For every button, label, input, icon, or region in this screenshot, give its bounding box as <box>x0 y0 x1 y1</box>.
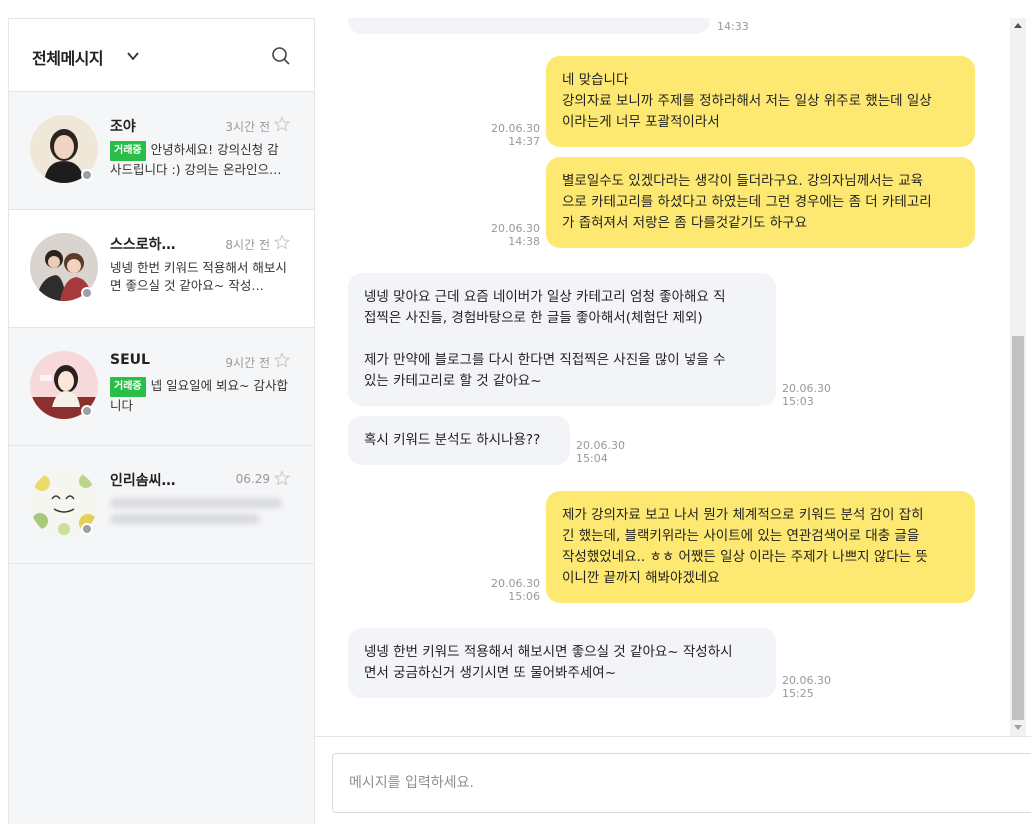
message-timestamp: 20.06.30 15:25 <box>782 674 831 700</box>
message-timestamp: 20.06.30 15:03 <box>782 382 831 408</box>
scrollbar-thumb[interactable] <box>1012 336 1024 720</box>
message-line: 강의자료 보니까 주제를 정하라해서 저는 일상 위주로 했는데 일상 <box>562 93 932 109</box>
status-badge: 거래중 <box>110 377 146 397</box>
message-date: 20.06.30 <box>782 382 831 395</box>
message-line: 긴 했는데, 블랙키위라는 사이트에 있는 연관검색어로 대충 글을 <box>562 528 920 544</box>
filter-title[interactable]: 전체메시지 <box>32 45 104 69</box>
message-line: 으로 카테고리를 하셨다고 하였는데 그런 경우에는 좀 더 카테고리 <box>562 194 932 210</box>
chat-scrollbar[interactable] <box>1010 18 1026 736</box>
conversation-preview: 거래중 안녕하세요! 강의신청 감사드립니다 :) 강의는 온라인으… <box>110 141 290 179</box>
message-bubble-outgoing: 네 맞습니다 강의자료 보니까 주제를 정하라해서 저는 일상 위주로 했는데 … <box>546 56 975 147</box>
conversation-item[interactable]: 조야 3시간 전 거래중 안녕하세요! 강의신청 감사드립니다 :) 강의는 온라… <box>9 92 314 210</box>
sidebar-header: 전체메시지 <box>9 19 314 92</box>
message-date: 20.06.30 <box>576 439 625 452</box>
status-dot <box>81 405 93 417</box>
message-bubble-incoming: 넹넹 한번 키워드 적용해서 해보시면 좋으실 것 같아요~ 작성하시 면서 궁… <box>348 628 776 698</box>
message-line: 별로일수도 있겠다라는 생각이 들더라구요. 강의자님께서는 교육 <box>562 173 924 189</box>
search-icon[interactable] <box>271 46 291 66</box>
star-icon[interactable] <box>274 116 290 132</box>
conversation-name: 인리솜씨… <box>110 473 176 489</box>
conversation-time: 9시간 전 <box>225 356 270 370</box>
message-bubble-outgoing: 별로일수도 있겠다라는 생각이 들더라구요. 강의자님께서는 교육 으로 카테고… <box>546 157 975 248</box>
message-time: 14:33 <box>717 20 749 33</box>
message-input-box[interactable] <box>332 753 1031 813</box>
conversation-preview: 넹넹 한번 키워드 적용해서 해보시면 좋으실 것 같아요~ 작성… <box>110 260 287 293</box>
conversation-sidebar: 전체메시지 조야 3시간 전 거래중 안녕하세요! 강의신청 감사드립니다 :) … <box>8 18 315 824</box>
message-time: 15:25 <box>782 687 814 700</box>
message-composer <box>315 736 1031 824</box>
conversation-item[interactable]: 스스로하… 8시간 전 넹넹 한번 키워드 적용해서 해보시면 좋으실 것 같아… <box>9 210 314 328</box>
message-line: 네 맞습니다 <box>562 72 629 88</box>
message-date: 20.06.30 <box>491 222 540 235</box>
chat-messages: 14:33 네 맞습니다 강의자료 보니까 주제를 정하라해서 저는 일상 위주… <box>315 18 1010 736</box>
status-badge: 거래중 <box>110 141 146 161</box>
message-timestamp: 20.06.30 15:04 <box>576 439 625 465</box>
message-timestamp: 20.06.30 14:38 <box>475 222 540 248</box>
message-line: 제가 강의자료 보고 나서 뭔가 체계적으로 키워드 분석 감이 잡히 <box>562 507 924 523</box>
star-icon[interactable] <box>274 234 290 250</box>
conversation-time: 8시간 전 <box>225 238 270 252</box>
blurred-preview <box>110 514 260 524</box>
message-line: 면서 궁금하신거 생기시면 또 물어봐주세여~ <box>364 665 617 681</box>
message-date: 20.06.30 <box>782 674 831 687</box>
message-line: 이라는게 너무 포괄적이라서 <box>562 114 720 130</box>
message-date: 20.06.30 <box>491 122 540 135</box>
message-line: 넹넹 한번 키워드 적용해서 해보시면 좋으실 것 같아요~ 작성하시 <box>364 644 733 660</box>
star-icon[interactable] <box>274 352 290 368</box>
status-dot <box>81 523 93 535</box>
message-line: 가 좁혀져서 저랑은 좀 다를것같기도 하구요 <box>562 215 808 231</box>
status-dot <box>81 169 93 181</box>
message-bubble-incoming: 넹넹 맞아요 근데 요즘 네이버가 일상 카테고리 엄청 좋아해요 직 접찍은 … <box>348 273 776 406</box>
message-bubble-partial <box>348 18 710 34</box>
message-line: 넹넹 맞아요 근데 요즘 네이버가 일상 카테고리 엄청 좋아해요 직 <box>364 289 726 305</box>
message-timestamp: 20.06.30 15:06 <box>475 577 540 603</box>
message-line: 작성했었네요.. ㅎㅎ 어쨌든 일상 이라는 주제가 나쁘지 않다는 뜻 <box>562 549 928 565</box>
star-icon[interactable] <box>274 470 290 486</box>
scroll-down-icon[interactable] <box>1014 725 1022 730</box>
conversation-name: SEUL <box>110 352 150 368</box>
message-line: 있는 카테고리로 할 것 같아요~ <box>364 373 542 389</box>
message-time: 15:04 <box>576 452 608 465</box>
message-time: 15:03 <box>782 395 814 408</box>
chevron-down-icon[interactable] <box>126 49 140 63</box>
message-timestamp: 20.06.30 14:37 <box>475 122 540 148</box>
conversation-name: 조야 <box>110 119 136 135</box>
conversation-item[interactable]: SEUL 9시간 전 거래중 넵 일요일에 뵈요~ 감사합니다 <box>9 328 314 446</box>
message-line: 제가 만약에 블로그를 다시 한다면 직접찍은 사진을 많이 넣을 수 <box>364 352 726 368</box>
message-time: 14:38 <box>508 235 540 248</box>
conversation-preview: 거래중 넵 일요일에 뵈요~ 감사합니다 <box>110 377 290 415</box>
message-line-blank <box>364 329 760 350</box>
status-dot <box>81 287 93 299</box>
message-bubble-incoming: 혹시 키워드 분석도 하시나용?? <box>348 416 570 465</box>
scroll-up-icon[interactable] <box>1014 23 1022 28</box>
message-line: 접찍은 사진들, 경험바탕으로 한 글들 좋아해서(체험단 제외) <box>364 310 703 326</box>
conversation-item[interactable]: 인리솜씨… 06.29 <box>9 446 314 564</box>
message-line: 이니깐 끝까지 해봐야겠네요 <box>562 570 720 586</box>
conversation-time: 06.29 <box>235 472 270 486</box>
blurred-preview <box>110 498 282 508</box>
message-time: 15:06 <box>508 590 540 603</box>
message-bubble-outgoing: 제가 강의자료 보고 나서 뭔가 체계적으로 키워드 분석 감이 잡히 긴 했는… <box>546 491 975 603</box>
message-line: 혹시 키워드 분석도 하시나용?? <box>364 432 541 448</box>
message-time: 14:37 <box>508 135 540 148</box>
message-input[interactable] <box>333 754 1031 812</box>
message-date: 20.06.30 <box>491 577 540 590</box>
conversation-time: 3시간 전 <box>225 120 270 134</box>
conversation-name: 스스로하… <box>110 237 176 253</box>
